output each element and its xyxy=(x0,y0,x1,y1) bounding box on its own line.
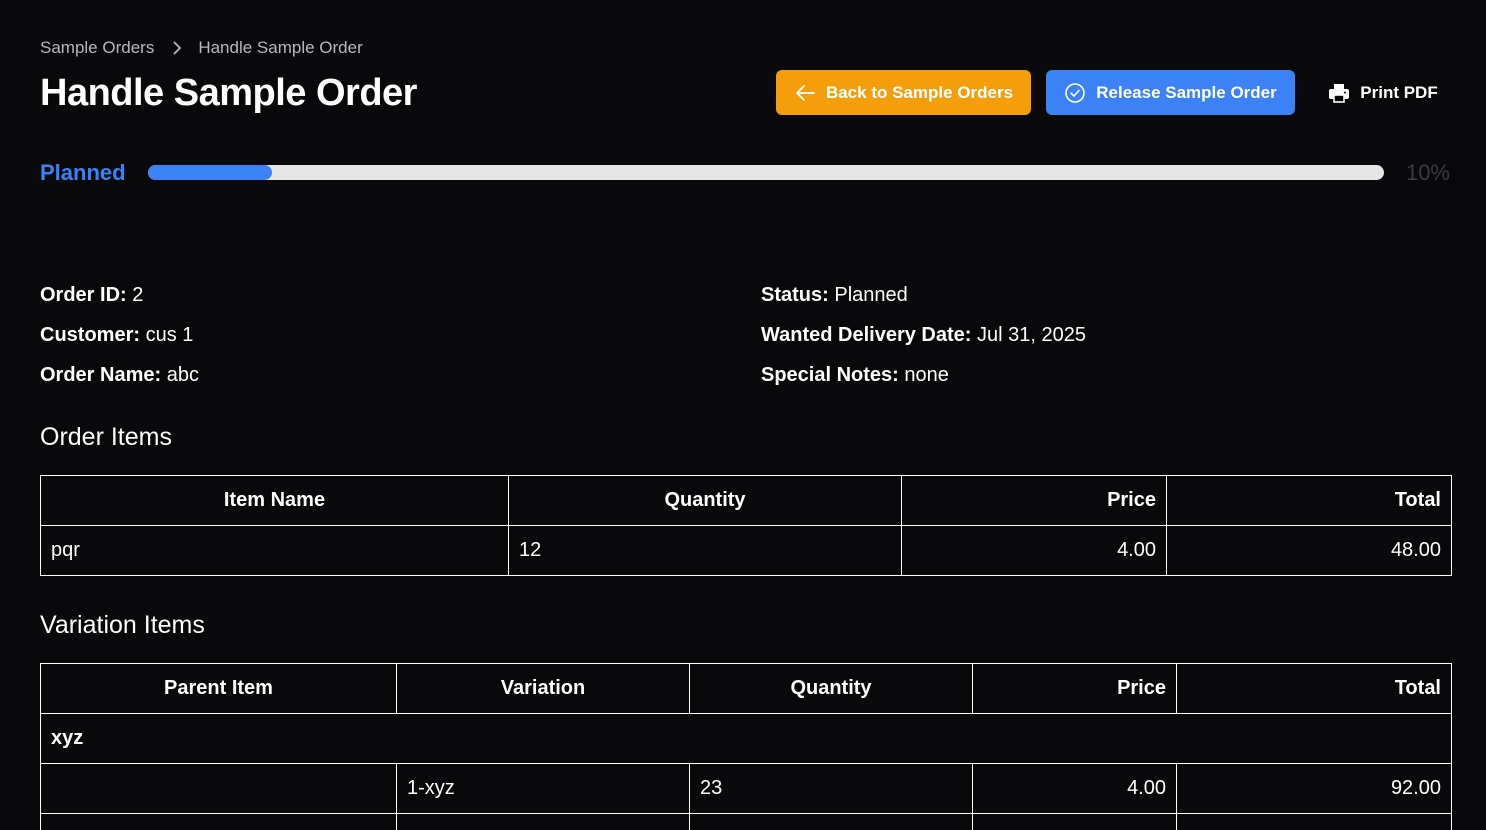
special-notes-value: none xyxy=(904,364,949,386)
customer-label: Customer: xyxy=(40,324,141,346)
column-header-quantity: Quantity xyxy=(689,663,973,714)
status-value: Planned xyxy=(834,284,908,306)
order-id-value: 2 xyxy=(132,284,144,306)
special-notes-label: Special Notes: xyxy=(761,364,899,386)
handle-sample-order-page: Sample Orders Handle Sample Order Handle… xyxy=(0,0,1486,830)
print-button-label: Print PDF xyxy=(1360,82,1438,102)
order-details-right: Status: Planned Wanted Delivery Date: Ju… xyxy=(761,282,1086,402)
column-header-total: Total xyxy=(1166,475,1452,526)
customer-value: cus 1 xyxy=(145,324,194,346)
back-to-sample-orders-button[interactable]: Back to Sample Orders xyxy=(776,70,1031,115)
check-circle-icon xyxy=(1064,82,1086,104)
parent-item-cell xyxy=(40,763,397,814)
print-pdf-button[interactable]: Print PDF xyxy=(1318,70,1448,115)
price-cell: 4.00 xyxy=(972,763,1177,814)
column-header-item-name: Item Name xyxy=(40,475,509,526)
parent-item-group-cell: xyz xyxy=(40,713,1452,764)
release-sample-order-button[interactable]: Release Sample Order xyxy=(1046,70,1295,115)
column-header-variation: Variation xyxy=(396,663,690,714)
total-cell: 48.00 xyxy=(1166,525,1452,576)
price-cell: 4.00 xyxy=(901,525,1167,576)
customer-row: Customer: cus 1 xyxy=(40,322,199,362)
progress-bar xyxy=(148,165,1384,180)
progress-bar-fill xyxy=(148,165,272,180)
order-name-value: abc xyxy=(166,364,199,386)
table-cell xyxy=(689,813,973,830)
progress-percent: 10% xyxy=(1405,160,1450,185)
printer-icon xyxy=(1328,82,1350,104)
special-notes-row: Special Notes: none xyxy=(761,362,1086,402)
breadcrumb-current: Handle Sample Order xyxy=(198,38,363,57)
column-header-price: Price xyxy=(901,475,1167,526)
total-cell: 92.00 xyxy=(1176,763,1452,814)
table-cell xyxy=(40,813,397,830)
table-cell xyxy=(396,813,690,830)
progress-status-label: Planned xyxy=(40,160,126,185)
variation-items-title: Variation Items xyxy=(40,611,205,639)
variation-items-header-row: Parent Item Variation Quantity Price Tot… xyxy=(40,663,1452,714)
status-label: Status: xyxy=(761,284,829,306)
variation-cell: 1-xyz xyxy=(396,763,690,814)
order-id-row: Order ID: 2 xyxy=(40,282,199,322)
order-items-title: Order Items xyxy=(40,423,172,451)
column-header-total: Total xyxy=(1176,663,1452,714)
order-items-table: Item Name Quantity Price Total pqr 12 4.… xyxy=(40,475,1452,576)
back-button-label: Back to Sample Orders xyxy=(825,82,1014,102)
order-id-label: Order ID: xyxy=(40,284,127,306)
table-row: 1-xyz 23 4.00 92.00 xyxy=(40,763,1452,814)
status-row: Status: Planned xyxy=(761,282,1086,322)
breadcrumb: Sample Orders Handle Sample Order xyxy=(40,37,363,59)
column-header-price: Price xyxy=(972,663,1177,714)
breadcrumb-link-sample-orders[interactable]: Sample Orders xyxy=(40,38,154,58)
table-cell xyxy=(972,813,1177,830)
release-button-label: Release Sample Order xyxy=(1096,82,1277,102)
quantity-cell: 23 xyxy=(689,763,973,814)
table-row xyxy=(40,813,1452,830)
table-group-row: xyz xyxy=(40,713,1452,764)
quantity-cell: 12 xyxy=(508,525,902,576)
table-cell xyxy=(1176,813,1452,830)
item-name-cell: pqr xyxy=(40,525,509,576)
order-name-row: Order Name: abc xyxy=(40,362,199,402)
order-details-left: Order ID: 2 Customer: cus 1 Order Name: … xyxy=(40,282,199,402)
column-header-quantity: Quantity xyxy=(508,475,902,526)
table-row: pqr 12 4.00 48.00 xyxy=(40,525,1452,576)
delivery-date-label: Wanted Delivery Date: xyxy=(761,324,972,346)
delivery-date-row: Wanted Delivery Date: Jul 31, 2025 xyxy=(761,322,1086,362)
arrow-left-icon xyxy=(794,84,816,102)
page-title: Handle Sample Order xyxy=(40,72,417,114)
delivery-date-value: Jul 31, 2025 xyxy=(977,324,1086,346)
column-header-parent-item: Parent Item xyxy=(40,663,397,714)
order-name-label: Order Name: xyxy=(40,364,162,386)
chevron-right-icon xyxy=(172,41,182,55)
order-items-header-row: Item Name Quantity Price Total xyxy=(40,475,1452,526)
variation-items-table: Parent Item Variation Quantity Price Tot… xyxy=(40,663,1452,830)
